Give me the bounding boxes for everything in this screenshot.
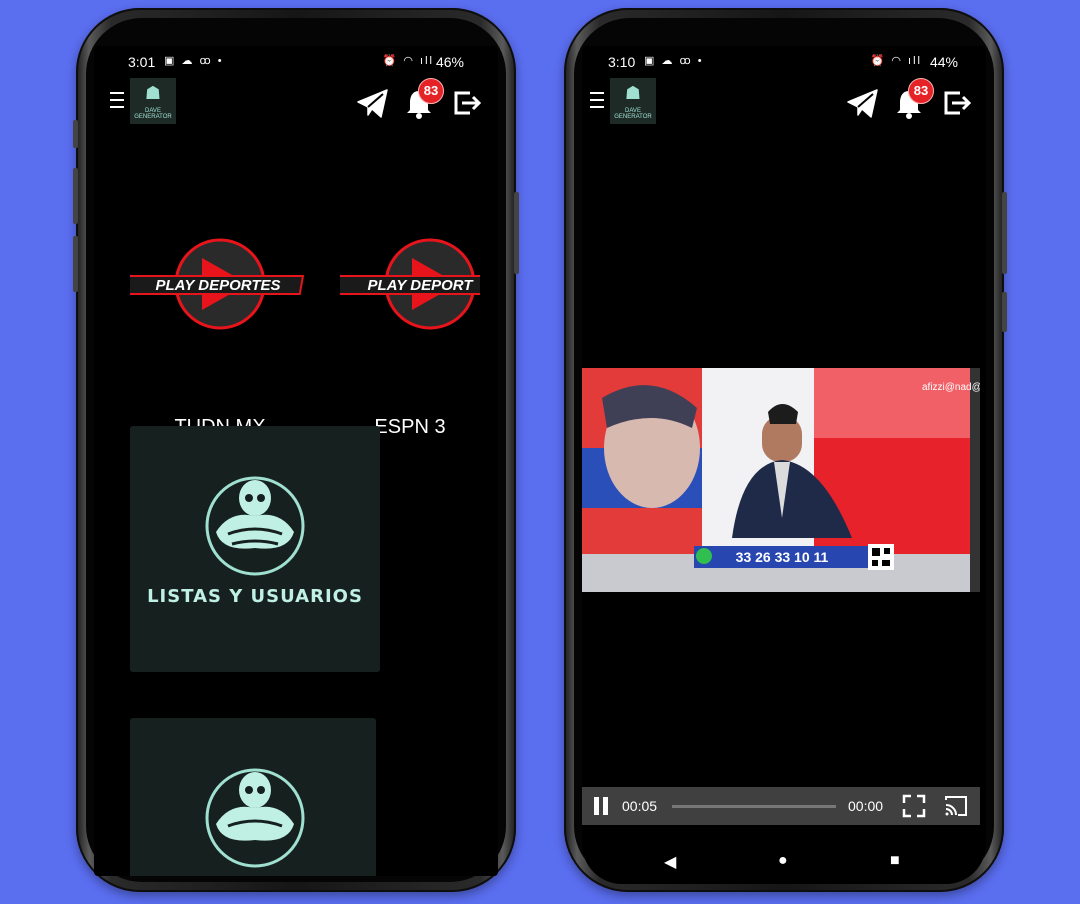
video-watermark: afizzi@nad@s (922, 382, 980, 393)
channel-card[interactable]: PLAY DEPORT ESPN 3 (340, 236, 480, 456)
app-logo: ☗ DAVE GENERATOR (610, 78, 656, 124)
cast-icon[interactable] (944, 795, 968, 817)
phone-side-button (73, 168, 78, 224)
video-phone-number: 33 26 33 10 11 (736, 549, 829, 565)
back-icon[interactable]: ◀ (664, 852, 676, 872)
phone-side-button (1002, 292, 1007, 332)
menu-icon[interactable] (590, 92, 604, 113)
status-bar: 3:10 ▣ ☁ ꝏ • ⏰ ◠ ıll 44% (582, 46, 986, 74)
muscle-skull-icon (205, 768, 305, 868)
status-notification-icons: ▣ ☁ ꝏ • (164, 55, 224, 67)
logout-icon[interactable] (940, 86, 974, 120)
channel-logo-text: PLAY DEPORT (367, 277, 474, 294)
phone-side-button (1002, 192, 1007, 274)
telegram-icon[interactable] (356, 86, 390, 120)
app-logo-text: DAVE GENERATOR (614, 108, 652, 120)
video-image: afizzi@nad@s 33 26 33 10 11 (582, 368, 980, 592)
channel-logo-text: PLAY DEPORTES (155, 277, 280, 294)
remaining-time: 00:00 (848, 798, 884, 814)
phone-side-button (514, 192, 519, 274)
status-notification-icons: ▣ ☁ ꝏ • (644, 55, 704, 67)
content-tile[interactable] (130, 718, 376, 876)
notification-badge: 83 (418, 78, 444, 104)
menu-icon[interactable] (110, 92, 124, 113)
logout-icon[interactable] (450, 86, 484, 120)
phone-bezel: 3:10 ▣ ☁ ꝏ • ⏰ ◠ ıll 44% ☗ DAVE GENERATO… (574, 18, 994, 884)
status-bar: 3:01 ▣ ☁ ꝏ • ⏰ ◠ ıll 46% (94, 46, 498, 74)
status-battery: 44% (929, 54, 958, 70)
left-phone-frame: 3:01 ▣ ☁ ꝏ • ⏰ ◠ ıll 46% ☗ DAVE GENERATO… (73, 8, 519, 892)
notification-badge: 83 (908, 78, 934, 104)
status-time: 3:10 (608, 54, 636, 70)
app-bar: ☗ DAVE GENERATOR 83 (94, 76, 498, 130)
logo-figure-icon: ☗ (144, 83, 162, 103)
pause-icon[interactable] (592, 797, 610, 815)
telegram-icon[interactable] (846, 86, 880, 120)
system-nav-bar: ◀ ● ■ (582, 836, 986, 884)
home-icon[interactable]: ● (778, 852, 788, 870)
status-time: 3:01 (128, 54, 156, 70)
video-frame[interactable]: afizzi@nad@s 33 26 33 10 11 (582, 368, 980, 592)
fullscreen-icon[interactable] (902, 794, 926, 818)
play-deportes-logo: PLAY DEPORTES (130, 238, 305, 330)
right-phone-frame: 3:10 ▣ ☁ ꝏ • ⏰ ◠ ıll 44% ☗ DAVE GENERATO… (564, 8, 1007, 892)
status-system-icons: ⏰ ◠ ıll (870, 55, 922, 67)
phone-side-button (73, 236, 78, 292)
player-controls: 00:05 00:00 (582, 787, 980, 825)
progress-track[interactable] (672, 805, 836, 808)
elapsed-time: 00:05 (622, 798, 658, 814)
muscle-skull-icon (205, 476, 305, 576)
phone-side-button (73, 120, 78, 148)
content-tile[interactable]: LISTAS Y USUARIOS (130, 426, 380, 672)
app-logo: ☗ DAVE GENERATOR (130, 78, 176, 124)
play-deportes-logo: PLAY DEPORT (340, 238, 480, 330)
right-screen: 3:10 ▣ ☁ ꝏ • ⏰ ◠ ıll 44% ☗ DAVE GENERATO… (582, 46, 986, 884)
logo-figure-icon: ☗ (624, 83, 642, 103)
recents-icon[interactable]: ■ (890, 852, 900, 870)
status-battery: 46% (435, 54, 464, 70)
tile-title: LISTAS Y USUARIOS (147, 586, 363, 607)
left-screen: 3:01 ▣ ☁ ꝏ • ⏰ ◠ ıll 46% ☗ DAVE GENERATO… (94, 46, 498, 876)
status-system-icons: ⏰ ◠ ıll (382, 55, 434, 67)
app-bar: ☗ DAVE GENERATOR 83 (582, 76, 986, 130)
phone-bezel: 3:01 ▣ ☁ ꝏ • ⏰ ◠ ıll 46% ☗ DAVE GENERATO… (86, 18, 506, 882)
app-logo-text: DAVE GENERATOR (134, 108, 172, 120)
